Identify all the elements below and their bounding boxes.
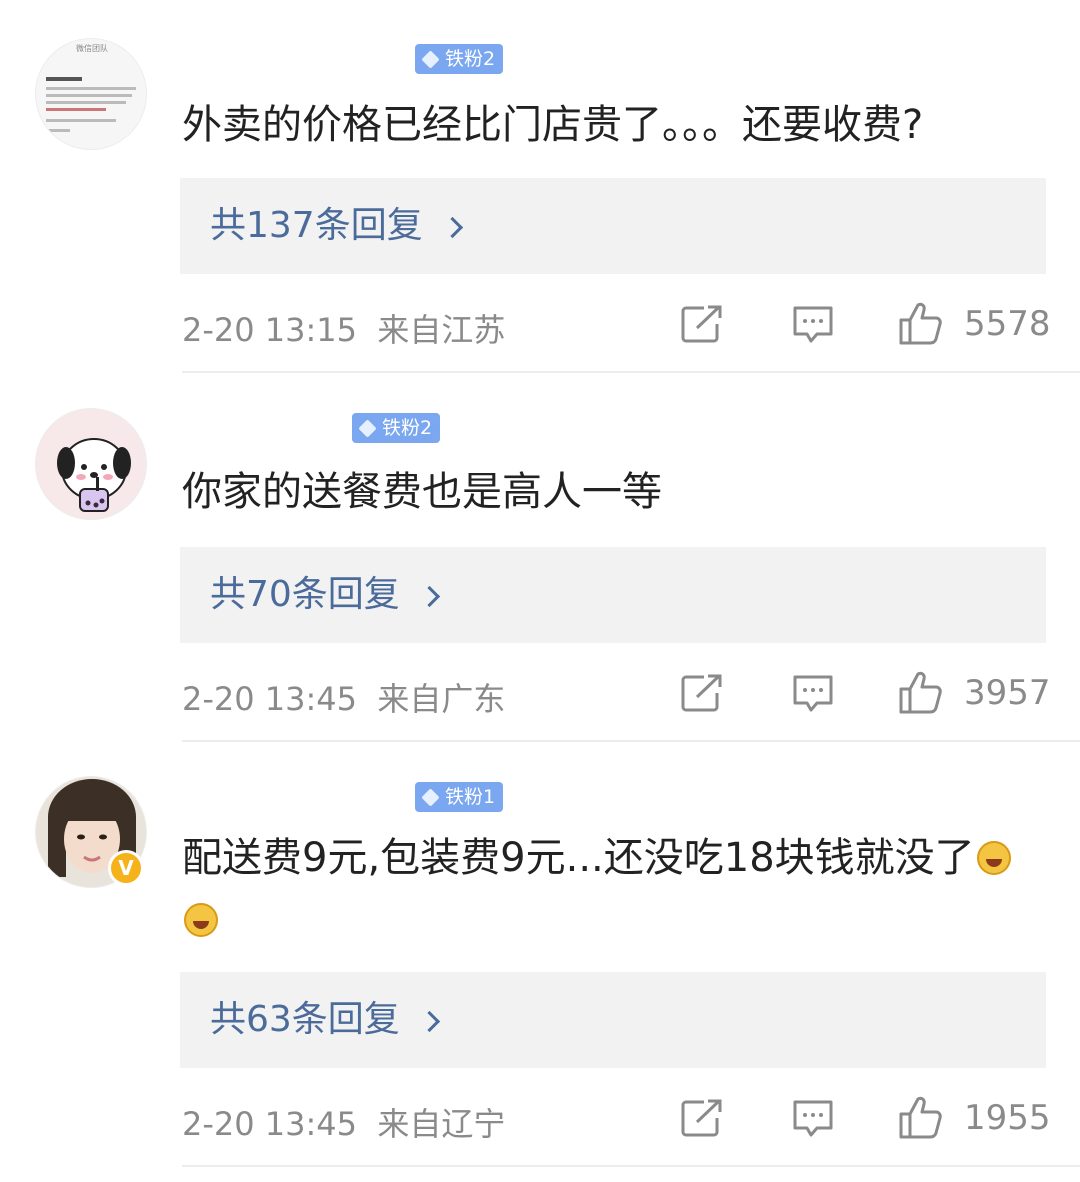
share-button[interactable] [680, 1098, 724, 1138]
avatar[interactable]: 微信团队 [35, 38, 147, 150]
replies-link[interactable]: 共63条回复 [180, 972, 1046, 1068]
like-button[interactable] [898, 669, 944, 715]
comment-button[interactable] [791, 1098, 835, 1140]
like-count: 1955 [964, 1098, 1051, 1138]
comment-location: 来自辽宁 [377, 1105, 506, 1143]
comment-text-body: 配送费9元,包装费9元...还没吃18块钱就没了 [182, 835, 975, 881]
comment-icon [793, 1100, 833, 1137]
chevron-right-icon [418, 585, 440, 607]
fan-badge-label: 铁粉2 [445, 48, 496, 70]
laugh-cry-emoji-icon [976, 841, 1011, 875]
comment-meta: 2-20 13:45 来自广东 [182, 674, 505, 720]
share-icon [681, 305, 722, 343]
divider [182, 371, 1080, 373]
thumbs-up-icon [899, 302, 942, 345]
divider [182, 1165, 1080, 1167]
share-icon [681, 1099, 722, 1137]
diamond-icon [421, 787, 440, 807]
chevron-right-icon [418, 1010, 440, 1032]
verified-badge-icon: V [108, 850, 144, 886]
diamond-icon [421, 49, 440, 69]
like-count: 3957 [964, 673, 1051, 713]
replies-link[interactable]: 共70条回复 [180, 547, 1046, 643]
replies-label: 共137条回复 [210, 205, 423, 246]
fan-badge-label: 铁粉2 [382, 417, 433, 439]
chevron-right-icon [441, 216, 463, 238]
fan-badge: 铁粉1 [415, 782, 504, 812]
like-count: 5578 [964, 304, 1051, 344]
comment-text: 配送费9元,包装费9元...还没吃18块钱就没了 [182, 827, 1032, 951]
thumbs-up-icon [899, 671, 942, 714]
comment-date: 2-20 13:45 [182, 1105, 358, 1143]
comment-button[interactable] [791, 304, 835, 346]
comment-date: 2-20 13:45 [182, 680, 358, 718]
cartoon-dog-avatar-icon [36, 409, 146, 519]
comment-text: 你家的送餐费也是高人一等 [182, 469, 662, 515]
laugh-cry-emoji-icon [184, 903, 218, 937]
replies-link[interactable]: 共137条回复 [180, 178, 1046, 274]
document-screenshot-avatar-icon: 微信团队 [36, 39, 146, 149]
comment-icon [793, 675, 833, 712]
comment-location: 来自江苏 [377, 311, 506, 349]
like-button[interactable] [898, 1094, 944, 1140]
comment-text: 外卖的价格已经比门店贵了。。。还要收费? [182, 102, 924, 148]
share-icon [681, 674, 722, 712]
thumbs-up-icon [899, 1096, 942, 1139]
replies-label: 共63条回复 [210, 999, 400, 1040]
comment-meta: 2-20 13:15 来自江苏 [182, 305, 505, 351]
avatar[interactable] [35, 408, 147, 520]
fan-badge-label: 铁粉1 [445, 786, 496, 808]
fan-badge: 铁粉2 [352, 413, 441, 443]
comment-meta: 2-20 13:45 来自辽宁 [182, 1099, 505, 1145]
share-button[interactable] [680, 673, 724, 713]
replies-label: 共70条回复 [210, 574, 400, 615]
divider [182, 740, 1080, 742]
comment-date: 2-20 13:15 [182, 311, 358, 349]
diamond-icon [358, 418, 377, 438]
avatar-caption: 微信团队 [76, 43, 108, 53]
comment-icon [793, 306, 833, 343]
like-button[interactable] [898, 300, 944, 346]
comment-button[interactable] [791, 673, 835, 715]
share-button[interactable] [680, 304, 724, 344]
comment-location: 来自广东 [377, 680, 506, 718]
fan-badge: 铁粉2 [415, 44, 504, 74]
